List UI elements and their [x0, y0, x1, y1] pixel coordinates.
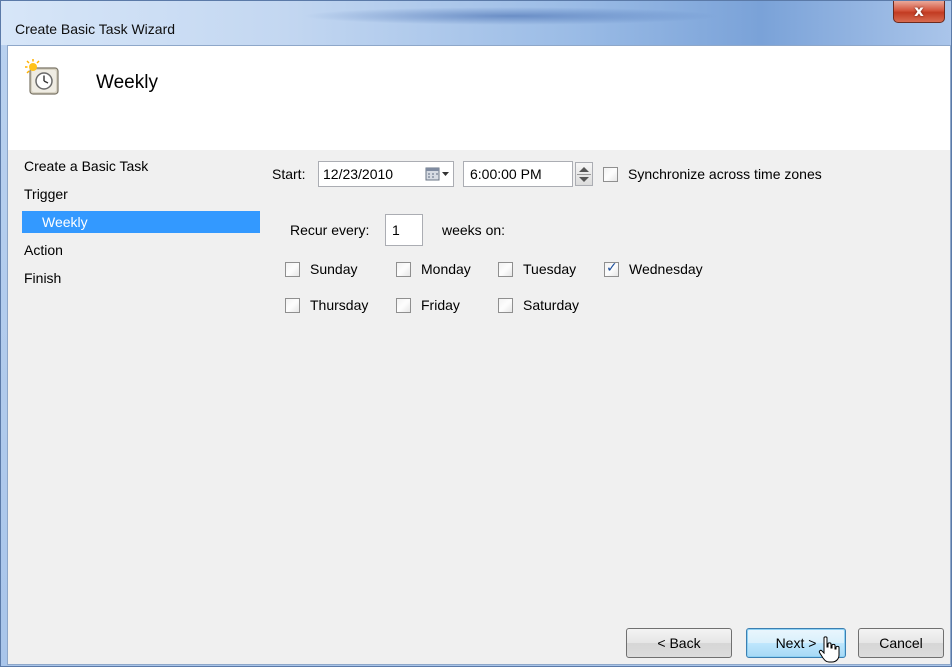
monday-checkbox[interactable]: [396, 262, 411, 277]
sync-time-zones-checkbox[interactable]: [603, 167, 618, 182]
title-bar[interactable]: Create Basic Task Wizard: [1, 1, 951, 45]
nav-item-weekly[interactable]: Weekly: [22, 211, 260, 233]
nav-item-trigger[interactable]: Trigger: [24, 183, 68, 205]
tuesday-label: Tuesday: [523, 261, 577, 277]
sunday-checkbox[interactable]: [285, 262, 300, 277]
tuesday-checkbox[interactable]: [498, 262, 513, 277]
wizard-steps-nav: Create a Basic Task Trigger Weekly Actio…: [8, 150, 260, 664]
start-date-value: 12/23/2010: [323, 166, 394, 182]
recur-every-label: Recur every:: [290, 222, 370, 238]
spin-divider: [577, 174, 591, 175]
sync-time-zones-label: Synchronize across time zones: [628, 166, 822, 182]
calendar-dropdown-icon[interactable]: [423, 163, 453, 185]
start-date-picker[interactable]: 12/23/2010: [318, 161, 454, 187]
hand-pointer-cursor-icon: [818, 636, 840, 663]
time-spinner[interactable]: [575, 162, 593, 186]
nav-item-action[interactable]: Action: [24, 239, 63, 261]
start-time-field[interactable]: 6:00:00 PM: [463, 161, 573, 187]
start-label: Start:: [272, 166, 306, 182]
monday-label: Monday: [421, 261, 471, 277]
recur-weeks-input[interactable]: 1: [385, 214, 423, 246]
checkmark-icon: ✓: [606, 260, 618, 276]
trigger-settings-panel: Start: 12/23/2010 6:00:00 PM Synchronize…: [260, 150, 950, 664]
weeks-on-label: weeks on:: [442, 222, 506, 238]
thursday-label: Thursday: [310, 297, 369, 313]
wednesday-label: Wednesday: [629, 261, 703, 277]
recur-weeks-value: 1: [392, 222, 400, 238]
thursday-checkbox[interactable]: [285, 298, 300, 313]
nav-item-create-basic-task[interactable]: Create a Basic Task: [24, 155, 148, 177]
spin-down-icon[interactable]: [579, 177, 589, 182]
close-button[interactable]: x: [893, 1, 945, 23]
client-area: Weekly Create a Basic Task Trigger Weekl…: [7, 45, 951, 665]
window-title: Create Basic Task Wizard: [15, 21, 176, 37]
page-title: Weekly: [96, 72, 158, 93]
scheduled-task-clock-icon: [25, 59, 59, 95]
sunday-label: Sunday: [310, 261, 358, 277]
start-time-value: 6:00:00 PM: [470, 166, 542, 182]
spin-up-icon[interactable]: [579, 167, 589, 172]
nav-item-finish[interactable]: Finish: [24, 267, 61, 289]
title-bar-glow: [301, 7, 721, 25]
friday-checkbox[interactable]: [396, 298, 411, 313]
wednesday-checkbox[interactable]: ✓: [604, 260, 619, 277]
back-button[interactable]: < Back: [626, 628, 732, 658]
saturday-label: Saturday: [523, 297, 580, 313]
wizard-header: Weekly: [8, 46, 950, 150]
wizard-window: Create Basic Task Wizard x Weekly Create…: [0, 0, 952, 667]
saturday-checkbox[interactable]: [498, 298, 513, 313]
friday-label: Friday: [421, 297, 460, 313]
cancel-button[interactable]: Cancel: [858, 628, 944, 658]
